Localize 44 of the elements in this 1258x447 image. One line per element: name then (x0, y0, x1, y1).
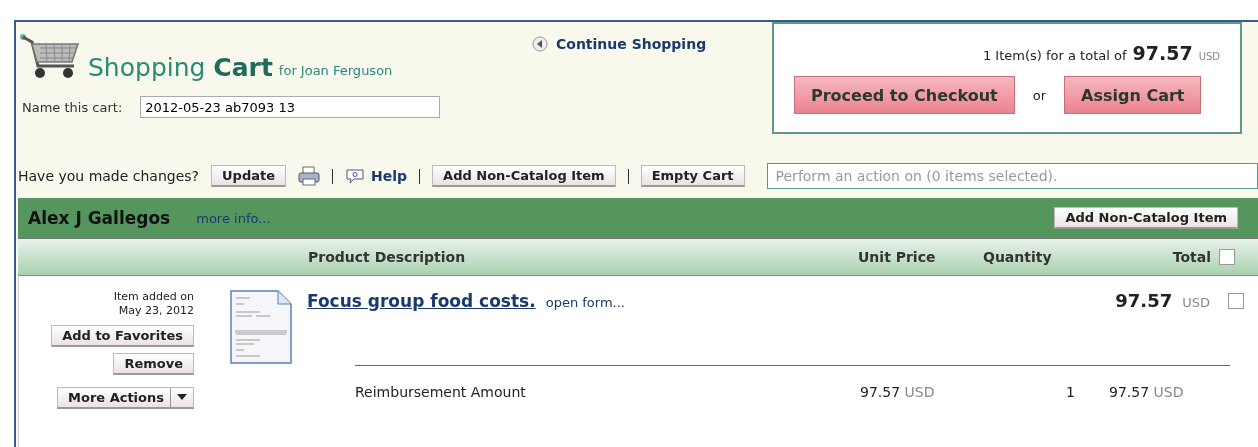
update-button[interactable]: Update (211, 165, 287, 187)
column-header: Unit Price (858, 249, 937, 265)
requester-name: Alex J Gallegos (28, 208, 171, 228)
changes-prompt: Have you made changes? (18, 168, 200, 184)
checkout-button[interactable]: Proceed to Checkout (794, 76, 1015, 114)
document-thumbnail-icon (230, 290, 292, 364)
printer-icon[interactable] (298, 166, 321, 186)
add-non-catalog-button[interactable]: Add Non-Catalog Item (432, 165, 616, 187)
open-form-link[interactable]: open form... (545, 295, 625, 310)
speech-bubble-icon (345, 168, 366, 184)
cart-owner: for Joan Ferguson (278, 63, 393, 80)
add-non-catalog-button[interactable]: Add Non-Catalog Item (1054, 207, 1238, 229)
item-checkbox[interactable] (1228, 292, 1244, 309)
currency-label: USD (904, 384, 935, 400)
assign-cart-button[interactable]: Assign Cart (1064, 76, 1202, 114)
item-title-link[interactable]: Focus group food costs. (307, 291, 536, 311)
item-total: 97.57 (1115, 290, 1173, 311)
caret-icon (177, 394, 187, 401)
cart-name-field[interactable]: 2012-05-23 ab7093 13 (140, 96, 441, 118)
line-total: 97.57 (1109, 384, 1150, 400)
cart-name-label: Name this cart: (22, 99, 123, 115)
add-to-favorites-button[interactable]: Add to Favorites (51, 324, 194, 347)
cart-total: 97.57 (1132, 42, 1193, 64)
unit-price: 97.57 (860, 384, 901, 400)
more-actions-button[interactable]: More Actions (57, 386, 194, 409)
help-link[interactable]: Help (345, 168, 408, 184)
column-header: Total (1171, 249, 1211, 265)
remove-button[interactable]: Remove (113, 352, 194, 375)
continue-shopping-link[interactable]: Continue Shopping (532, 36, 772, 52)
currency-label: USD (1198, 51, 1220, 62)
shopping-cart-icon (20, 34, 82, 80)
page-title: Shopping Cart (88, 55, 273, 84)
item-count-text: 1 Item(s) for a total of (982, 48, 1127, 63)
quantity: 1 (1065, 384, 1075, 400)
empty-cart-button[interactable]: Empty Cart (640, 165, 745, 187)
currency-label: USD (1182, 295, 1210, 310)
currency-label: USD (1153, 384, 1184, 400)
column-header: Quantity (983, 249, 1053, 265)
column-header: Product Description (308, 249, 467, 265)
item-added-date: Item added on May 23, 2012 (113, 290, 194, 319)
or-text: or (1032, 87, 1047, 103)
select-all-checkbox[interactable] (1219, 249, 1235, 265)
action-field[interactable]: Perform an action on (0 items selected). (766, 163, 1258, 189)
line-description: Reimbursement Amount (355, 384, 527, 400)
